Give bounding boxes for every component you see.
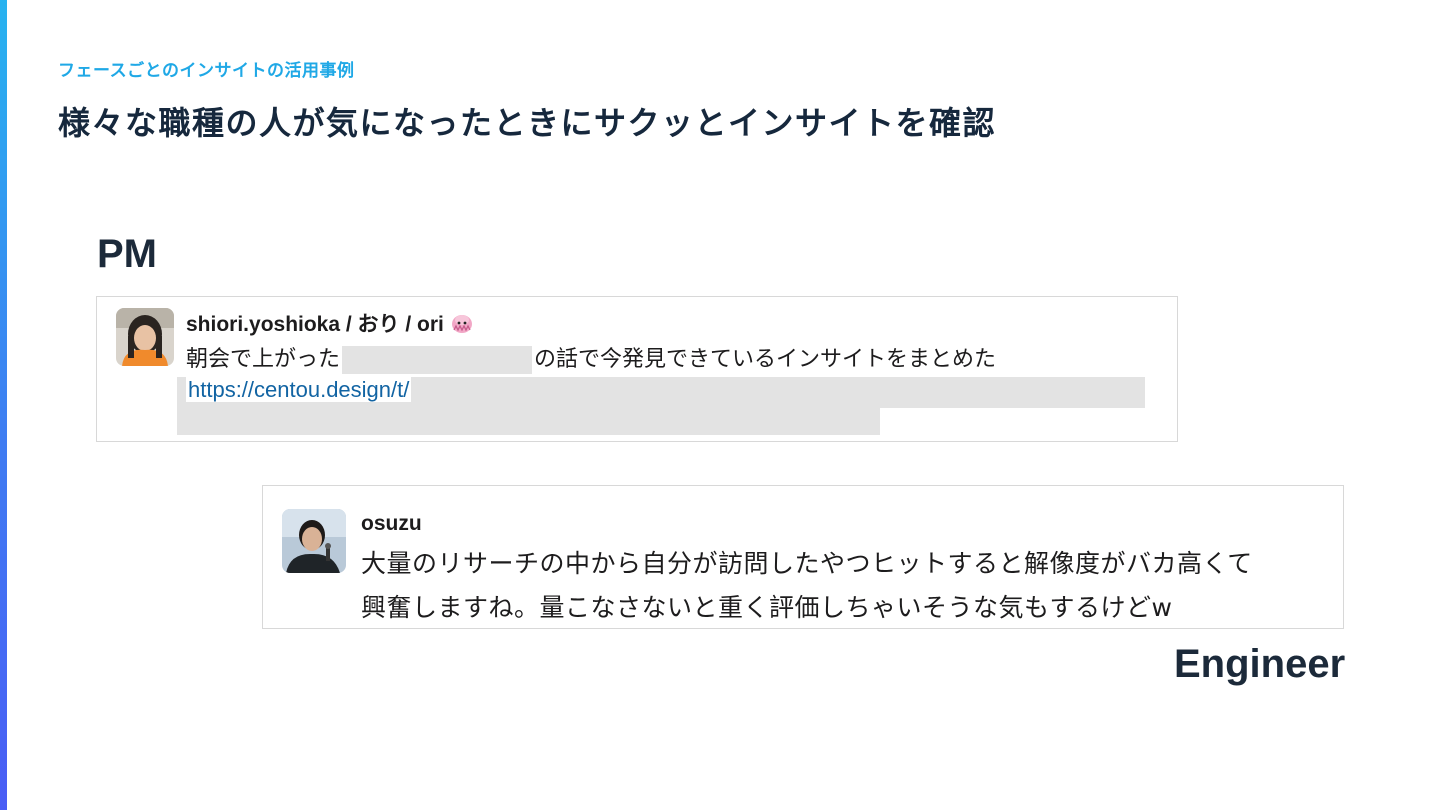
accent-bar [0, 0, 7, 810]
slide-title: 様々な職種の人が気になったときにサクッとインサイトを確認 [58, 104, 997, 142]
engineer-message-line: 興奮しますね。量こなさないと重く評価しちゃいそうな気もするけどw [361, 593, 1173, 622]
pm-author-label: shiori.yoshioka / おり / ori [186, 313, 444, 336]
pm-avatar [116, 308, 174, 366]
redacted-link-block [177, 408, 880, 435]
engineer-avatar [282, 509, 346, 573]
pm-text-after: の話で今発見できているインサイトをまとめた [534, 347, 997, 372]
pm-message-text: 朝会で上がった の話で今発見できているインサイトをまとめた [186, 341, 996, 374]
engineer-message-line: 大量のリサーチの中から自分が訪問したやつヒットすると解像度がバカ高くて [361, 549, 1253, 578]
role-label-engineer: Engineer [1174, 642, 1346, 686]
pm-message-card: shiori.yoshioka / おり / ori 朝会で上がった の話で今発見… [96, 296, 1178, 442]
role-label-pm: PM [97, 232, 157, 276]
pm-text-before: 朝会で上がった [186, 347, 341, 372]
section-eyebrow: フェースごとのインサイトの活用事例 [58, 61, 355, 81]
engineer-message-card: osuzu 大量のリサーチの中から自分が訪問したやつヒットすると解像度がバカ高く… [262, 485, 1344, 629]
insight-link[interactable]: https://centou.design/t/ [186, 377, 412, 402]
pm-author-name[interactable]: shiori.yoshioka / おり / ori [186, 308, 474, 340]
status-emoji-icon [450, 312, 474, 340]
pm-link-row: https://centou.design/t/ [186, 377, 412, 403]
engineer-author-name[interactable]: osuzu [361, 512, 422, 536]
redacted-block [342, 346, 533, 374]
